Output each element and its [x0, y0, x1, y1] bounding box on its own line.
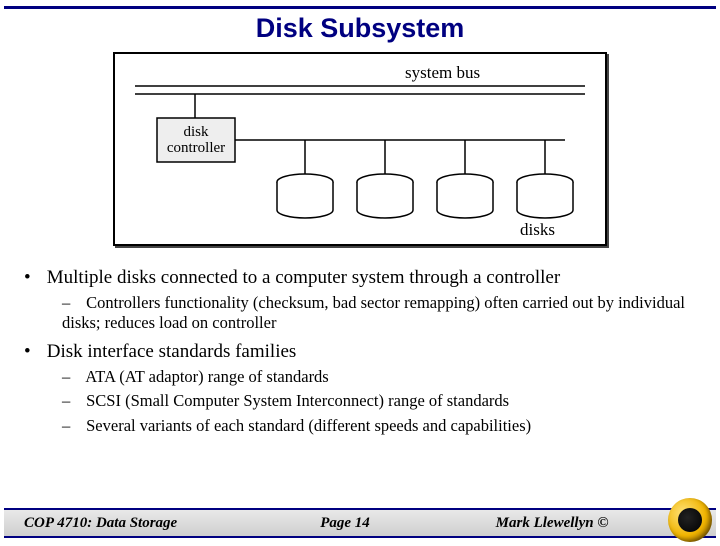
bullet-dot-icon: • [24, 341, 42, 363]
sub-bullet-text: ATA (AT adaptor) range of standards [85, 367, 329, 386]
slide-body: • Multiple disks connected to a computer… [24, 267, 696, 436]
disk-subsystem-diagram: system bus disk controller [113, 52, 607, 246]
bullet-text: Multiple disks connected to a computer s… [47, 267, 560, 288]
footer-course: COP 4710: Data Storage [4, 515, 252, 532]
sub-bullet-text: Several variants of each standard (diffe… [86, 416, 531, 435]
ucf-logo-icon [668, 498, 712, 542]
sub-bullet-item: – Controllers functionality (checksum, b… [62, 293, 696, 333]
disk-icon [437, 140, 493, 218]
bullet-text: Disk interface standards families [47, 341, 297, 362]
bullet-item: • Multiple disks connected to a computer… [24, 267, 696, 289]
bullet-item: • Disk interface standards families [24, 341, 696, 363]
controller-label-1: disk [183, 124, 209, 140]
sub-bullet-item: – SCSI (Small Computer System Interconne… [62, 391, 696, 411]
dash-icon: – [62, 293, 82, 313]
controller-label-2: controller [167, 140, 225, 156]
disk-icon [277, 140, 333, 218]
slide-title: Disk Subsystem [0, 13, 720, 44]
top-rule [4, 6, 716, 9]
dash-icon: – [62, 391, 82, 411]
disks-label: disks [520, 220, 555, 238]
footer-bar: COP 4710: Data Storage Page 14 Mark Llew… [4, 508, 716, 538]
sub-bullet-text: SCSI (Small Computer System Interconnect… [86, 391, 509, 410]
sub-bullet-item: – Several variants of each standard (dif… [62, 416, 696, 436]
footer: COP 4710: Data Storage Page 14 Mark Llew… [0, 498, 720, 546]
diagram-container: system bus disk controller [0, 52, 720, 251]
bullet-dot-icon: • [24, 267, 42, 289]
sub-bullet-text: Controllers functionality (checksum, bad… [62, 293, 685, 332]
sub-bullet-item: – ATA (AT adaptor) range of standards [62, 367, 696, 387]
disk-icon [357, 140, 413, 218]
bus-label: system bus [405, 63, 480, 82]
disk-icon [517, 140, 573, 218]
dash-icon: – [62, 367, 82, 387]
dash-icon: – [62, 416, 82, 436]
footer-page: Page 14 [252, 515, 438, 532]
